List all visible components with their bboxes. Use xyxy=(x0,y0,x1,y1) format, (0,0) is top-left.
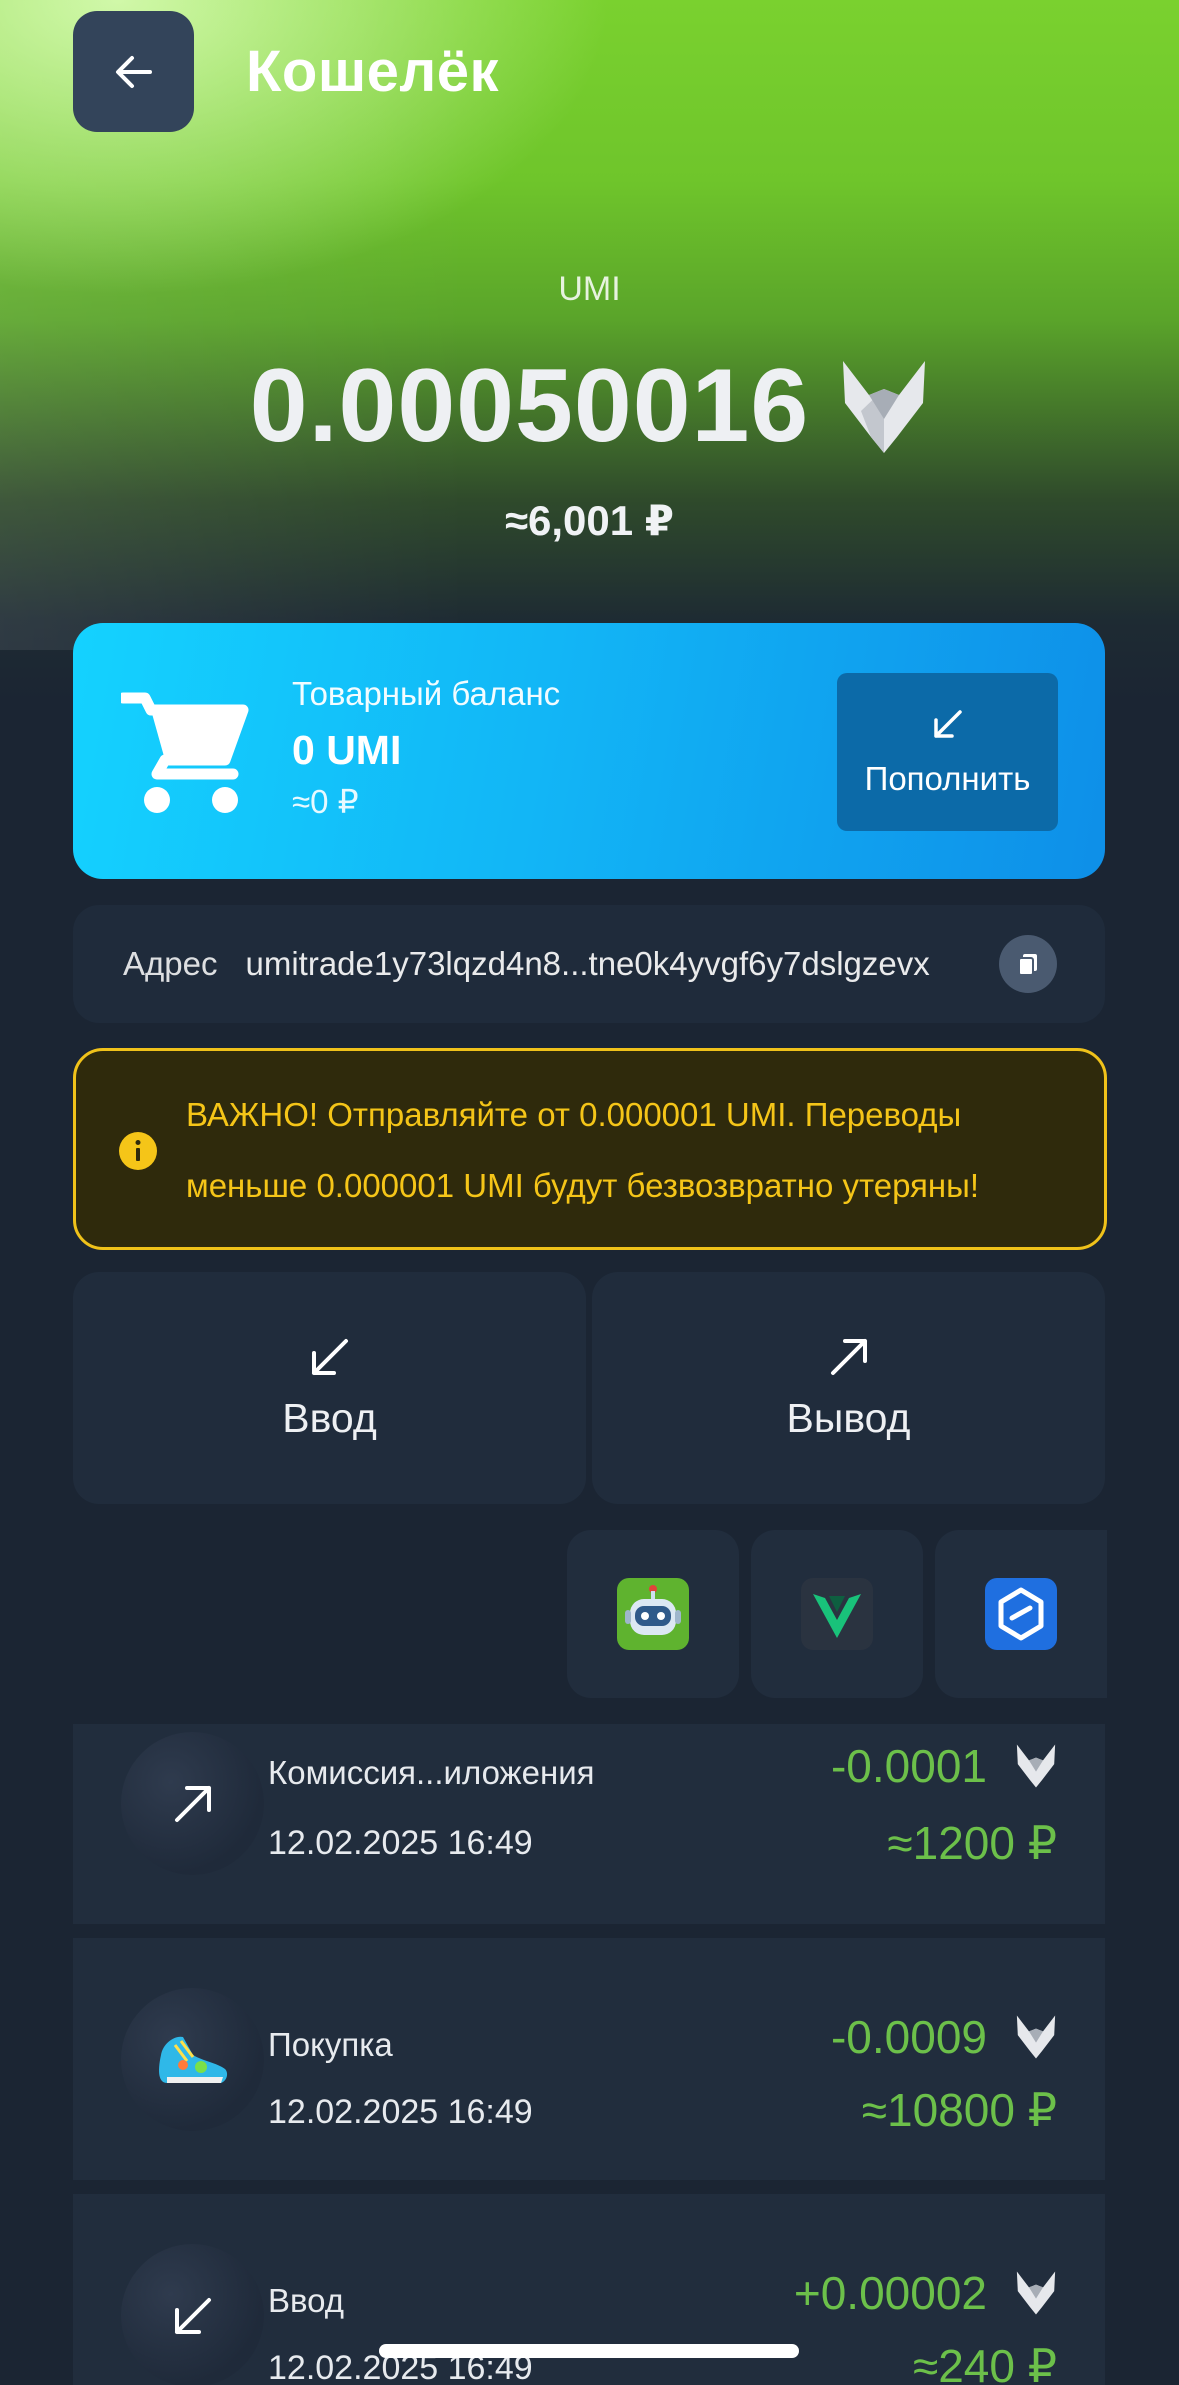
address-row: Адрес umitrade1y73lqzd4n8...tne0k4yvgf6y… xyxy=(73,905,1105,1023)
app-tile-v[interactable] xyxy=(751,1530,923,1698)
arrow-down-left-icon xyxy=(174,2297,211,2334)
withdraw-label: Вывод xyxy=(786,1394,911,1441)
arrow-left-icon xyxy=(115,55,152,88)
transaction-date: 12.02.2025 16:49 xyxy=(268,1824,533,1862)
header: Кошелёк xyxy=(73,11,499,132)
umi-logo-icon xyxy=(1016,2271,1056,2315)
transaction-fiat: ≈240 ₽ xyxy=(912,2340,1057,2385)
action-row: Ввод Вывод xyxy=(73,1272,1105,1504)
umi-logo-icon xyxy=(1016,2015,1056,2059)
warning-banner: ВАЖНО! Отправляйте от 0.000001 UMI. Пере… xyxy=(73,1048,1107,1250)
page-title: Кошелёк xyxy=(246,39,500,104)
transaction-date: 12.02.2025 16:49 xyxy=(268,2093,533,2131)
address-value: umitrade1y73lqzd4n8...tne0k4yvgf6y7dslgz… xyxy=(245,945,930,982)
home-indicator[interactable] xyxy=(379,2344,799,2358)
transaction-amount: -0.0001 xyxy=(830,1740,987,1792)
transaction-title: Покупка xyxy=(268,2026,393,2063)
hexagon-app-icon xyxy=(985,1578,1057,1650)
arrow-up-right-icon xyxy=(174,1785,211,1822)
apps-row xyxy=(567,1530,1107,1698)
transaction-item[interactable]: Комиссия...иложения 12.02.2025 16:49 -0.… xyxy=(73,1724,1105,1924)
deposit-button[interactable]: Ввод xyxy=(73,1272,586,1504)
transaction-fiat: ≈10800 ₽ xyxy=(861,2084,1057,2136)
copy-address-button[interactable] xyxy=(999,935,1057,993)
goods-balance-value: 0 UMI xyxy=(292,727,402,773)
currency-label: UMI xyxy=(558,270,621,308)
umi-logo-icon xyxy=(1016,1744,1056,1788)
goods-info: Товарный баланс 0 UMI ≈0 ₽ xyxy=(292,675,560,821)
balance-amount: 0.00050016 xyxy=(249,348,810,464)
cart-icon xyxy=(121,692,249,813)
transaction-amount: +0.00002 xyxy=(793,2267,987,2319)
arrow-down-left-icon xyxy=(933,710,962,738)
app-tile-hexagon[interactable] xyxy=(935,1530,1107,1698)
transaction-avatar xyxy=(121,1732,264,1875)
topup-label: Пополнить xyxy=(864,760,1031,797)
transaction-amount: -0.0009 xyxy=(830,2011,987,2063)
app-tile-robot[interactable] xyxy=(567,1530,739,1698)
arrow-down-left-icon xyxy=(311,1338,348,1375)
transaction-avatar xyxy=(121,1988,264,2131)
transaction-fiat: ≈1200 ₽ xyxy=(887,1817,1057,1869)
copy-icon xyxy=(1018,954,1037,976)
amount-row: 0.00050016 xyxy=(0,347,1179,466)
transactions-list: Комиссия...иложения 12.02.2025 16:49 -0.… xyxy=(73,1724,1105,2385)
robot-app-icon xyxy=(617,1578,689,1650)
transaction-title: Ввод xyxy=(268,2282,345,2319)
balance-block: UMI 0.00050016 ≈6,001 ₽ xyxy=(0,270,1179,545)
v-app-icon xyxy=(801,1578,873,1650)
goods-balance-label: Товарный баланс xyxy=(292,675,561,712)
goods-balance-fiat: ≈0 ₽ xyxy=(292,783,359,820)
topup-button[interactable]: Пополнить xyxy=(837,673,1058,831)
balance-fiat: ≈6,001 ₽ xyxy=(504,497,675,544)
umi-logo-icon xyxy=(843,360,926,453)
deposit-label: Ввод xyxy=(282,1394,377,1441)
withdraw-button[interactable]: Вывод xyxy=(592,1272,1105,1504)
transaction-amount-row: +0.00002 xyxy=(794,2266,1057,2320)
info-icon xyxy=(119,1132,157,1170)
transaction-amount-row: -0.0009 xyxy=(831,2010,1057,2064)
warning-text: ВАЖНО! Отправляйте от 0.000001 UMI. Пере… xyxy=(186,1096,980,1204)
arrow-up-right-icon xyxy=(830,1338,867,1375)
address-label: Адрес xyxy=(123,945,218,982)
transaction-title: Комиссия...иложения xyxy=(268,1754,595,1791)
sneaker-icon xyxy=(158,2036,227,2083)
back-button[interactable] xyxy=(73,11,194,132)
transaction-item[interactable]: Покупка 12.02.2025 16:49 -0.0009 ≈10800 … xyxy=(73,1938,1105,2180)
transaction-amount-row: -0.0001 xyxy=(831,1739,1057,1793)
transaction-avatar xyxy=(121,2244,264,2385)
goods-balance-card: Товарный баланс 0 UMI ≈0 ₽ Пополнить xyxy=(73,623,1105,879)
wallet-screen: Кошелёк UMI 0.00050016 ≈6,001 ₽ Товарный… xyxy=(0,0,1179,2385)
